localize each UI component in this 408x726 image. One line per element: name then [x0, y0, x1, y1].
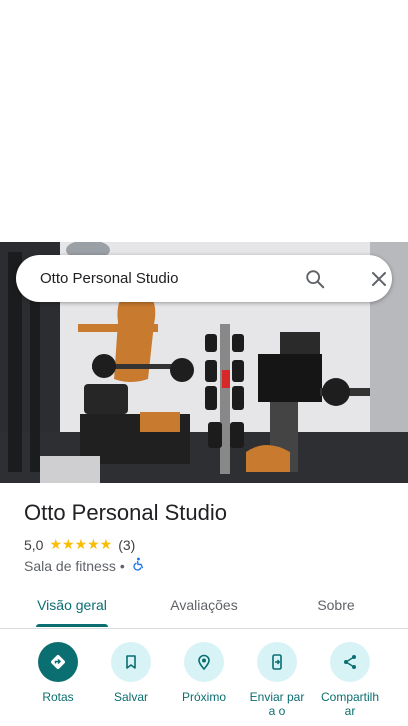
- search-query[interactable]: Otto Personal Studio: [40, 255, 178, 302]
- directions-label: Rotas: [42, 690, 74, 704]
- search-bar[interactable]: Otto Personal Studio: [16, 255, 392, 302]
- category-row: Sala de fitness •: [24, 557, 145, 574]
- action-buttons: Rotas Salvar Próximo Enviar para o Compa…: [0, 640, 408, 726]
- place-title: Otto Personal Studio: [24, 500, 228, 525]
- place-tabs: Visão geral Avaliações Sobre: [0, 586, 408, 629]
- share-button[interactable]: Compartilhar: [312, 640, 388, 718]
- directions-icon[interactable]: [38, 642, 78, 682]
- wheelchair-accessible-icon: [129, 557, 145, 574]
- nearby-label: Próximo: [181, 690, 226, 704]
- search-icon[interactable]: [304, 268, 326, 290]
- review-count: (3): [118, 536, 136, 553]
- tab-overview[interactable]: Visão geral: [24, 586, 120, 626]
- directions-button[interactable]: Rotas: [20, 640, 96, 704]
- send-to-phone-icon[interactable]: [257, 642, 297, 682]
- send-to-phone-button[interactable]: Enviar para o: [239, 640, 315, 718]
- nearby-icon[interactable]: [184, 642, 224, 682]
- send-to-phone-label: Enviar para o: [249, 690, 305, 718]
- share-label: Compartilhar: [320, 690, 380, 718]
- share-icon[interactable]: [330, 642, 370, 682]
- active-tab-indicator: [36, 624, 108, 627]
- rating-row[interactable]: 5,0 ★★★★★ (3): [24, 536, 135, 553]
- nearby-button[interactable]: Próximo: [166, 640, 242, 704]
- rating-value: 5,0: [24, 536, 44, 553]
- tab-about[interactable]: Sobre: [290, 586, 382, 626]
- save-button[interactable]: Salvar: [93, 640, 169, 704]
- save-label: Salvar: [113, 690, 148, 704]
- separator: •: [119, 557, 125, 574]
- place-category: Sala de fitness: [24, 557, 116, 574]
- bookmark-icon[interactable]: [111, 642, 151, 682]
- star-rating-icon: ★★★★★: [49, 536, 113, 552]
- tab-reviews[interactable]: Avaliações: [156, 586, 252, 626]
- close-icon[interactable]: [370, 270, 388, 288]
